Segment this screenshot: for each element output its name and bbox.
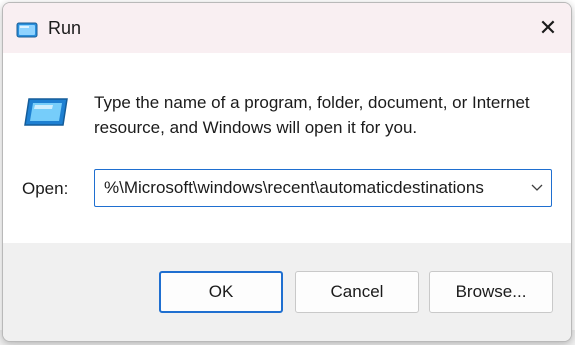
ok-button[interactable]: OK (159, 271, 283, 313)
open-label: Open: (22, 179, 69, 198)
browse-button[interactable]: Browse... (429, 271, 553, 313)
dialog-content: Type the name of a program, folder, docu… (3, 53, 571, 243)
run-icon (16, 22, 38, 38)
run-dialog: Run ✕ Type the name of a program, folder… (2, 2, 572, 342)
open-input[interactable] (95, 170, 523, 206)
button-bar: OK Cancel Browse... (3, 243, 571, 341)
cancel-button[interactable]: Cancel (295, 271, 419, 313)
window-title: Run (48, 18, 82, 38)
dropdown-button[interactable] (523, 170, 551, 206)
chevron-down-icon (531, 184, 543, 191)
run-app-icon (24, 98, 68, 126)
title-bar: Run ✕ (3, 3, 571, 53)
open-combobox[interactable] (94, 169, 552, 207)
close-icon: ✕ (538, 15, 558, 40)
close-button[interactable]: ✕ (525, 3, 571, 53)
instruction-text: Type the name of a program, folder, docu… (94, 93, 530, 137)
